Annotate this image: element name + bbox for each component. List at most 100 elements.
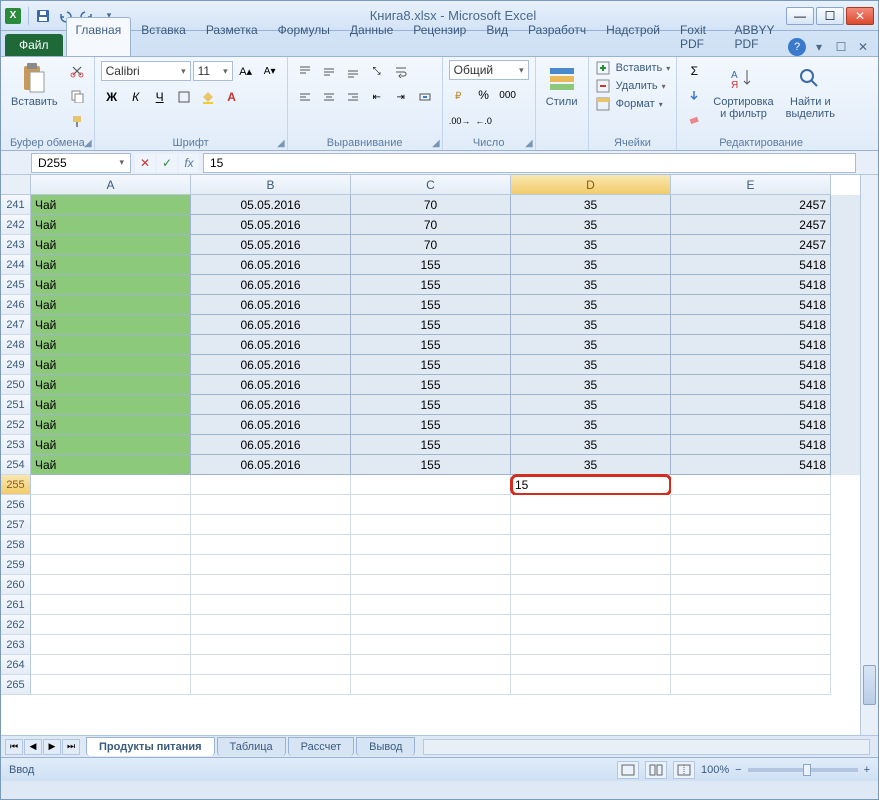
cell[interactable]: 06.05.2016	[191, 275, 351, 295]
decrease-indent[interactable]: ⇤	[366, 86, 388, 108]
underline-button[interactable]: Ч	[149, 86, 171, 108]
row-header[interactable]: 254	[1, 455, 31, 475]
cell[interactable]: 155	[351, 275, 511, 295]
cell[interactable]	[511, 655, 671, 675]
cell[interactable]	[511, 575, 671, 595]
border-button[interactable]	[173, 86, 195, 108]
column-header-C[interactable]: C	[351, 175, 511, 195]
percent-button[interactable]: %	[473, 84, 495, 106]
row-header[interactable]: 248	[1, 335, 31, 355]
cell[interactable]	[31, 635, 191, 655]
cell[interactable]	[191, 515, 351, 535]
increase-indent[interactable]: ⇥	[390, 86, 412, 108]
row-header[interactable]: 245	[1, 275, 31, 295]
cell[interactable]: 70	[351, 195, 511, 215]
cell[interactable]	[671, 635, 831, 655]
align-center[interactable]	[318, 86, 340, 108]
wrap-text-button[interactable]	[390, 60, 412, 82]
zoom-in[interactable]: +	[864, 764, 870, 776]
cell[interactable]	[31, 675, 191, 695]
cell[interactable]: 5418	[671, 395, 831, 415]
cell[interactable]: 70	[351, 235, 511, 255]
doc-restore[interactable]: ☐	[832, 38, 850, 56]
cell[interactable]	[511, 515, 671, 535]
cell[interactable]	[671, 575, 831, 595]
qat-save[interactable]	[32, 5, 54, 27]
cell[interactable]	[31, 595, 191, 615]
tab-ABBYY PDF[interactable]: ABBYY PDF	[725, 17, 788, 56]
merge-button[interactable]	[414, 86, 436, 108]
cell[interactable]: 35	[511, 355, 671, 375]
cell[interactable]: 155	[351, 375, 511, 395]
cell[interactable]: 2457	[671, 195, 831, 215]
paste-button[interactable]: Вставить	[7, 60, 62, 110]
cell[interactable]	[511, 635, 671, 655]
cell[interactable]	[671, 615, 831, 635]
row-header[interactable]: 253	[1, 435, 31, 455]
cell[interactable]: 06.05.2016	[191, 355, 351, 375]
row-header[interactable]: 242	[1, 215, 31, 235]
select-all-corner[interactable]	[1, 175, 31, 195]
font-name-combo[interactable]: Calibri▾	[101, 61, 191, 81]
cell[interactable]	[511, 675, 671, 695]
cell[interactable]: 5418	[671, 455, 831, 475]
cell[interactable]: Чай	[31, 375, 191, 395]
cell[interactable]	[511, 595, 671, 615]
fx-button[interactable]: fx	[179, 154, 199, 172]
cell[interactable]: 155	[351, 255, 511, 275]
cell[interactable]	[31, 495, 191, 515]
scrollbar-thumb[interactable]	[863, 665, 876, 705]
cell[interactable]: 155	[351, 295, 511, 315]
tab-Формулы[interactable]: Формулы	[268, 17, 340, 56]
tab-Вид[interactable]: Вид	[476, 17, 518, 56]
italic-button[interactable]: К	[125, 86, 147, 108]
cell[interactable]: 06.05.2016	[191, 255, 351, 275]
column-header-E[interactable]: E	[671, 175, 831, 195]
column-header-A[interactable]: A	[31, 175, 191, 195]
cell[interactable]: 155	[351, 355, 511, 375]
doc-close[interactable]: ✕	[854, 38, 872, 56]
sort-filter-button[interactable]: АЯ Сортировка и фильтр	[709, 60, 777, 122]
align-launcher[interactable]: ◢	[432, 138, 440, 149]
cell[interactable]: 35	[511, 435, 671, 455]
row-header[interactable]: 260	[1, 575, 31, 595]
cell[interactable]: 5418	[671, 435, 831, 455]
row-header[interactable]: 263	[1, 635, 31, 655]
increase-font-button[interactable]: A▴	[235, 60, 257, 82]
cell[interactable]: Чай	[31, 335, 191, 355]
tab-Foxit PDF[interactable]: Foxit PDF	[670, 17, 725, 56]
row-header[interactable]: 246	[1, 295, 31, 315]
cell[interactable]: 35	[511, 375, 671, 395]
cell[interactable]: 06.05.2016	[191, 295, 351, 315]
minimize-button[interactable]: —	[786, 7, 814, 25]
row-header[interactable]: 252	[1, 415, 31, 435]
cell[interactable]	[671, 555, 831, 575]
cell[interactable]	[671, 495, 831, 515]
row-header[interactable]: 258	[1, 535, 31, 555]
cell[interactable]: Чай	[31, 355, 191, 375]
cell[interactable]	[671, 535, 831, 555]
align-left[interactable]	[294, 86, 316, 108]
cell[interactable]	[351, 675, 511, 695]
cell[interactable]	[191, 535, 351, 555]
cell[interactable]	[511, 555, 671, 575]
cell[interactable]	[31, 515, 191, 535]
formula-input[interactable]	[203, 153, 856, 173]
cell[interactable]	[191, 655, 351, 675]
cell[interactable]: 35	[511, 395, 671, 415]
clipboard-launcher[interactable]: ◢	[84, 138, 92, 149]
cell[interactable]: 155	[351, 435, 511, 455]
cell[interactable]: 2457	[671, 235, 831, 255]
cell[interactable]	[31, 475, 191, 495]
close-button[interactable]: ✕	[846, 7, 874, 25]
zoom-slider[interactable]	[748, 768, 858, 772]
row-header[interactable]: 251	[1, 395, 31, 415]
row-header[interactable]: 256	[1, 495, 31, 515]
tab-nav-prev[interactable]: ◀	[24, 739, 42, 755]
cell[interactable]: 2457	[671, 215, 831, 235]
cell[interactable]	[191, 575, 351, 595]
row-header[interactable]: 261	[1, 595, 31, 615]
cancel-edit-button[interactable]: ✕	[135, 154, 155, 172]
row-header[interactable]: 265	[1, 675, 31, 695]
cell[interactable]	[351, 495, 511, 515]
